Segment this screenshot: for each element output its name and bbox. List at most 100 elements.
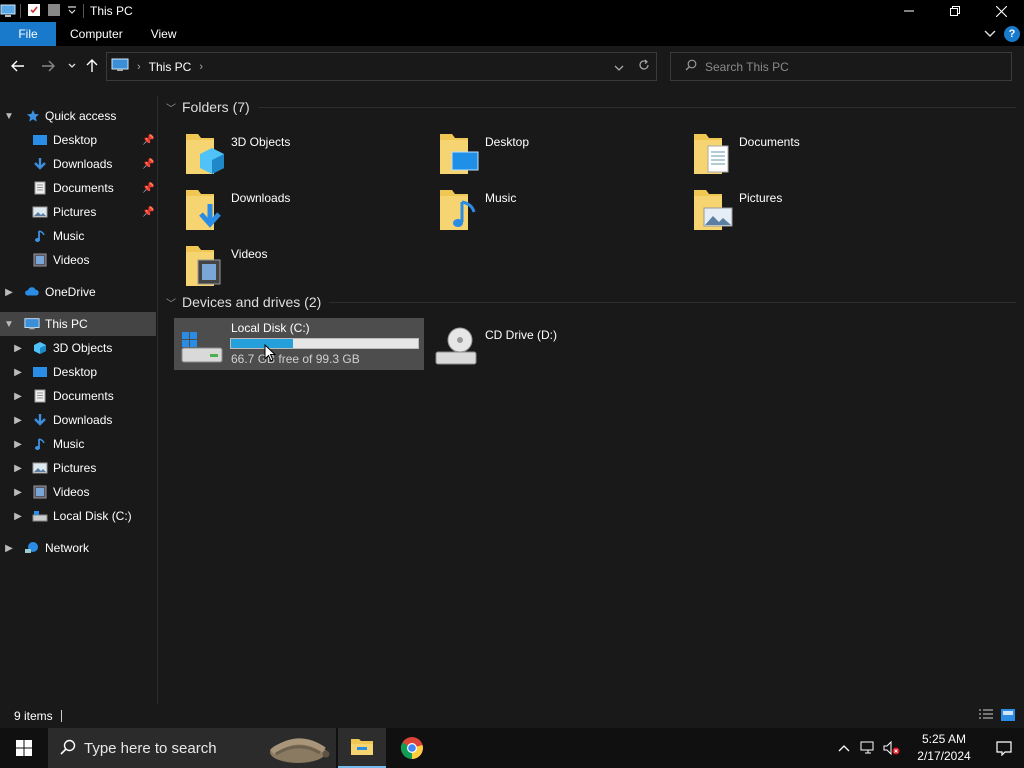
minimize-button[interactable] xyxy=(886,0,932,22)
taskbar-search-box[interactable] xyxy=(48,728,336,768)
tab-computer[interactable]: Computer xyxy=(56,22,137,46)
folder-music[interactable]: Music xyxy=(414,180,664,230)
quick-access-toolbar xyxy=(20,3,84,20)
breadcrumb-separator[interactable]: › xyxy=(137,61,141,73)
volume-muted-icon[interactable] xyxy=(880,728,904,768)
desktop-icon xyxy=(32,132,48,148)
expand-caret-icon[interactable]: ▶ xyxy=(13,439,23,450)
expand-caret-icon[interactable]: ▼ xyxy=(4,319,14,330)
nav-qa-videos[interactable]: Videos xyxy=(0,248,156,272)
computer-icon xyxy=(111,58,129,75)
expand-caret-icon[interactable]: ▶ xyxy=(13,511,23,522)
close-button[interactable] xyxy=(978,0,1024,22)
folder-pictures[interactable]: Pictures xyxy=(668,180,918,230)
nav-pc-videos[interactable]: ▶ Videos xyxy=(0,480,156,504)
drive-local-disk-c[interactable]: Local Disk (C:) 66.7 GB free of 99.3 GB xyxy=(174,318,424,370)
address-bar[interactable]: › This PC › xyxy=(106,52,657,81)
drive-label: CD Drive (D:) xyxy=(485,328,557,342)
taskbar-file-explorer[interactable] xyxy=(338,728,386,768)
divider xyxy=(257,106,1016,108)
nav-pc-downloads[interactable]: ▶ Downloads xyxy=(0,408,156,432)
address-history-dropdown[interactable] xyxy=(614,59,624,74)
nav-pc-3d-objects[interactable]: ▶ 3D Objects xyxy=(0,336,156,360)
expand-caret-icon[interactable]: ▶ xyxy=(13,367,23,378)
nav-pc-local-disk[interactable]: ▶ Local Disk (C:) xyxy=(0,504,156,528)
back-button[interactable] xyxy=(8,56,28,76)
nav-qa-desktop[interactable]: Desktop 📌 xyxy=(0,128,156,152)
group-header-folders[interactable]: ﹀ Folders (7) xyxy=(166,96,1016,118)
clock[interactable]: 5:25 AM 2/17/2024 xyxy=(904,731,984,765)
folder-videos[interactable]: Videos xyxy=(160,236,410,286)
nav-pc-desktop[interactable]: ▶ Desktop xyxy=(0,360,156,384)
computer-icon xyxy=(24,316,40,332)
nav-qa-documents[interactable]: Documents 📌 xyxy=(0,176,156,200)
this-pc-icon[interactable] xyxy=(0,3,16,19)
nav-network[interactable]: ▶ Network xyxy=(0,536,156,560)
nav-qa-music[interactable]: Music xyxy=(0,224,156,248)
new-folder-icon[interactable] xyxy=(47,3,61,20)
folder-3d-objects[interactable]: 3D Objects xyxy=(160,124,410,174)
document-icon xyxy=(32,180,48,196)
search-input[interactable] xyxy=(705,59,1005,74)
expand-caret-icon[interactable]: ▼ xyxy=(4,111,14,122)
expand-caret-icon[interactable]: ▶ xyxy=(4,287,14,298)
recent-locations-button[interactable] xyxy=(62,56,82,76)
collapse-caret-icon[interactable]: ﹀ xyxy=(166,295,176,310)
forward-button[interactable] xyxy=(38,56,58,76)
breadcrumb-separator[interactable]: › xyxy=(199,61,203,73)
pictures-icon xyxy=(32,460,48,476)
tiles-view-button[interactable] xyxy=(1000,708,1016,722)
nav-pc-music[interactable]: ▶ Music xyxy=(0,432,156,456)
customize-toolbar-icon[interactable] xyxy=(67,4,77,18)
drive-cd-d[interactable]: CD Drive (D:) xyxy=(428,318,678,370)
windows-logo-icon xyxy=(16,740,32,756)
nav-this-pc[interactable]: ▼ This PC xyxy=(0,312,156,336)
expand-caret-icon[interactable]: ▶ xyxy=(13,343,23,354)
videos-folder-icon xyxy=(184,242,230,288)
search-box[interactable] xyxy=(670,52,1012,81)
expand-caret-icon[interactable]: ▶ xyxy=(4,543,14,554)
nav-qa-downloads[interactable]: Downloads 📌 xyxy=(0,152,156,176)
taskbar-chrome[interactable] xyxy=(388,728,436,768)
chevron-down-icon xyxy=(614,65,624,71)
ribbon-tabs: File Computer View ? xyxy=(0,22,1024,46)
refresh-button[interactable] xyxy=(638,59,650,74)
expand-caret-icon[interactable]: ▶ xyxy=(13,391,23,402)
network-status-icon[interactable] xyxy=(856,728,880,768)
nav-pc-documents[interactable]: ▶ Documents xyxy=(0,384,156,408)
folder-downloads[interactable]: Downloads xyxy=(160,180,410,230)
folder-desktop[interactable]: Desktop xyxy=(414,124,664,174)
pin-icon[interactable]: 📌 xyxy=(142,159,154,170)
expand-caret-icon[interactable]: ▶ xyxy=(13,463,23,474)
notifications-button[interactable] xyxy=(984,728,1024,768)
pin-icon[interactable]: 📌 xyxy=(142,135,154,146)
item-count: 9 items xyxy=(14,709,53,723)
nav-qa-pictures[interactable]: Pictures 📌 xyxy=(0,200,156,224)
tab-file[interactable]: File xyxy=(0,22,56,46)
breadcrumb-this-pc[interactable]: This PC xyxy=(149,60,192,74)
help-icon[interactable]: ? xyxy=(1004,26,1020,42)
divider xyxy=(329,301,1016,303)
nav-pc-pictures[interactable]: ▶ Pictures xyxy=(0,456,156,480)
pin-icon[interactable]: 📌 xyxy=(142,183,154,194)
group-header-drives[interactable]: ﹀ Devices and drives (2) xyxy=(166,291,1016,313)
properties-icon[interactable] xyxy=(27,3,41,20)
restore-button[interactable] xyxy=(932,0,978,22)
collapse-caret-icon[interactable]: ﹀ xyxy=(166,100,176,115)
show-hidden-icons-button[interactable] xyxy=(832,728,856,768)
start-button[interactable] xyxy=(0,728,48,768)
nav-onedrive[interactable]: ▶ OneDrive xyxy=(0,280,156,304)
folder-documents[interactable]: Documents xyxy=(668,124,918,174)
pin-icon[interactable]: 📌 xyxy=(142,207,154,218)
expand-caret-icon[interactable]: ▶ xyxy=(13,487,23,498)
nav-quick-access[interactable]: ▼ Quick access xyxy=(0,104,156,128)
up-button[interactable] xyxy=(82,56,102,76)
desktop-folder-icon xyxy=(438,130,484,176)
expand-caret-icon[interactable]: ▶ xyxy=(13,415,23,426)
tab-view[interactable]: View xyxy=(137,22,191,46)
expand-ribbon-icon[interactable] xyxy=(984,27,996,41)
taskbar-search-input[interactable] xyxy=(84,739,254,757)
details-view-button[interactable] xyxy=(978,708,994,722)
text-caret xyxy=(60,710,62,722)
up-arrow-icon xyxy=(86,59,98,72)
